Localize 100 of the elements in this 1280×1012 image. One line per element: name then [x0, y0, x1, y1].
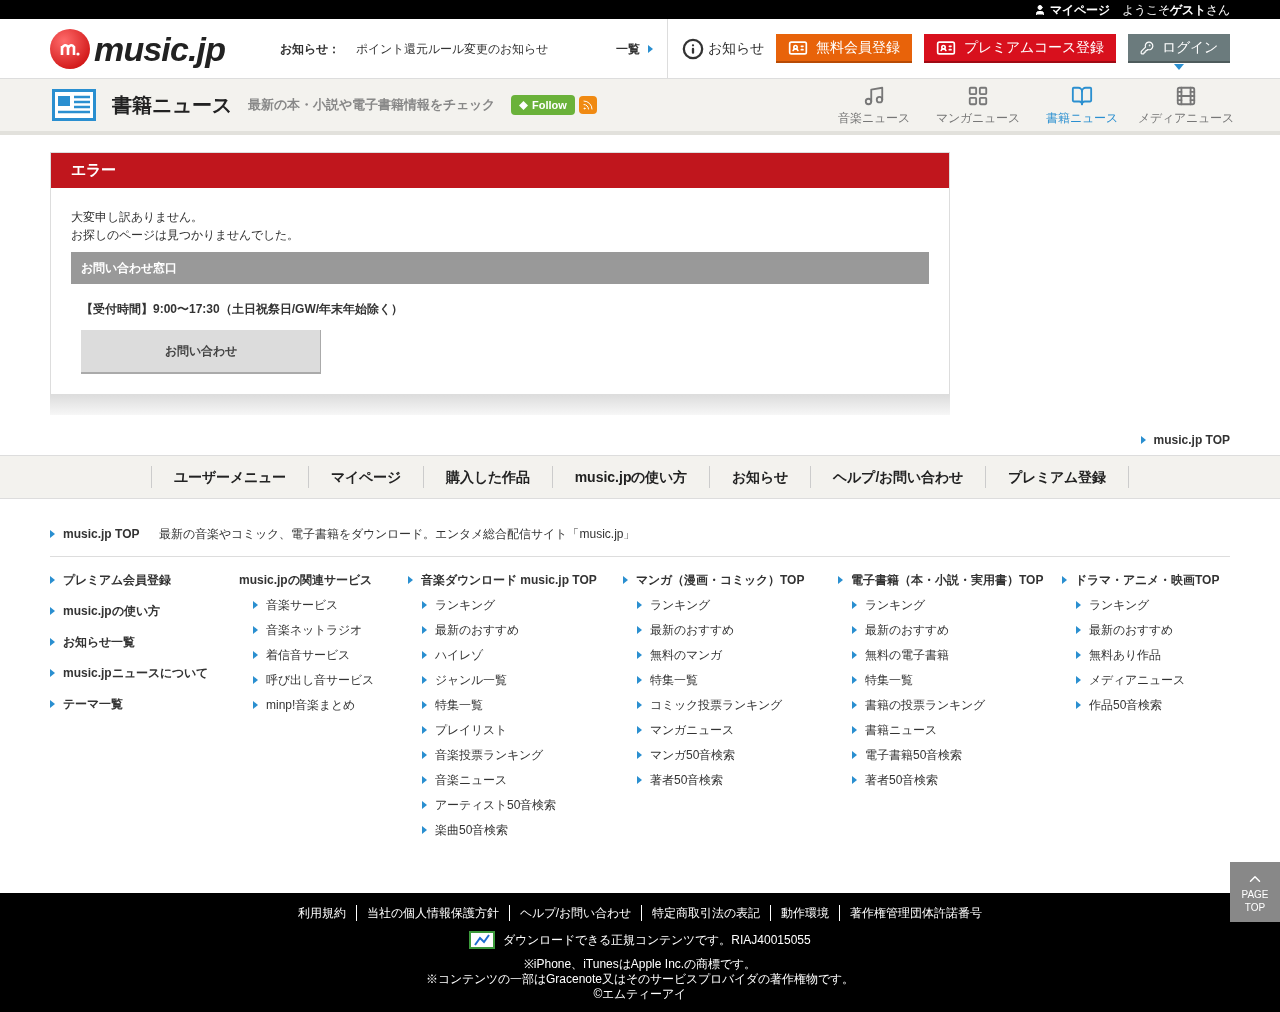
hours-text: 【受付時間】9:00〜17:30（土日祝祭日/GW/年末年始除く） — [81, 301, 405, 318]
triangle-icon — [50, 530, 55, 538]
footer-sub-link[interactable]: 特集一覧 — [637, 671, 838, 689]
footer-sub-link[interactable]: 無料あり作品 — [1076, 646, 1230, 664]
notice-link[interactable]: ポイント還元ルール変更のお知らせ — [356, 39, 548, 58]
triangle-icon — [637, 726, 642, 734]
user-nav-link[interactable]: プレミアム登録 — [986, 466, 1130, 488]
triangle-icon — [1076, 676, 1081, 684]
user-nav-link[interactable]: ユーザーメニュー — [151, 466, 309, 488]
triangle-icon — [852, 726, 857, 734]
footer-sub-link[interactable]: 書籍の投票ランキング — [852, 696, 1062, 714]
footer-column-heading[interactable]: 電子書籍（本・小説・実用書）TOP — [838, 571, 1062, 589]
info-link[interactable]: お知らせ — [682, 37, 764, 60]
footer-link[interactable]: 利用規約 — [287, 905, 356, 921]
triangle-icon — [637, 701, 642, 709]
footer-sub-link[interactable]: アーティスト50音検索 — [422, 796, 623, 814]
user-nav-link[interactable]: 購入した作品 — [423, 466, 553, 488]
footer-sub-link[interactable]: 最新のおすすめ — [637, 621, 838, 639]
footer-sub-link[interactable]: ランキング — [637, 596, 838, 614]
footer-column-heading[interactable]: ドラマ・アニメ・映画TOP — [1062, 571, 1230, 589]
footer-sub-link[interactable]: 著者50音検索 — [637, 771, 838, 789]
footer-main-link[interactable]: お知らせ一覧 — [50, 633, 239, 651]
user-nav-link[interactable]: music.jpの使い方 — [552, 466, 711, 488]
triangle-icon — [422, 701, 427, 709]
footer-column-heading[interactable]: 音楽ダウンロード music.jp TOP — [408, 571, 623, 589]
footer-sub-link[interactable]: 音楽サービス — [253, 596, 408, 614]
footer-sub-link[interactable]: 呼び出し音サービス — [253, 671, 408, 689]
footer-sub-link[interactable]: minp!音楽まとめ — [253, 696, 408, 714]
triangle-icon — [50, 700, 55, 708]
footer-sub-link[interactable]: 電子書籍50音検索 — [852, 746, 1062, 764]
footer-sub-link[interactable]: 最新のおすすめ — [852, 621, 1062, 639]
music-note-icon — [863, 85, 885, 107]
footer-sub-link[interactable]: マンガ50音検索 — [637, 746, 838, 764]
triangle-icon — [838, 576, 843, 584]
footer-sub-link[interactable]: 楽曲50音検索 — [422, 821, 623, 839]
triangle-icon — [852, 651, 857, 659]
user-nav-link[interactable]: お知らせ — [710, 466, 812, 488]
footer-sub-link[interactable]: ランキング — [1076, 596, 1230, 614]
footer-sub-link[interactable]: 書籍ニュース — [852, 721, 1062, 739]
footer-link[interactable]: 著作権管理団体許諾番号 — [839, 905, 993, 921]
category-tab[interactable]: マンガニュース — [926, 85, 1030, 125]
category-tab[interactable]: 音楽ニュース — [822, 85, 926, 125]
footer-sub-link[interactable]: メディアニュース — [1076, 671, 1230, 689]
footer-sub-link[interactable]: ハイレゾ — [422, 646, 623, 664]
footer-sub-link[interactable]: 音楽投票ランキング — [422, 746, 623, 764]
footer-main-link[interactable]: テーマ一覧 — [50, 695, 239, 713]
footer-sub-link[interactable]: 特集一覧 — [852, 671, 1062, 689]
footer-sub-link[interactable]: 音楽ネットラジオ — [253, 621, 408, 639]
footer-sub-link[interactable]: マンガニュース — [637, 721, 838, 739]
user-nav-link[interactable]: ヘルプ/お問い合わせ — [811, 466, 987, 488]
triangle-icon — [422, 676, 427, 684]
logo[interactable]: music.jp — [50, 28, 280, 69]
footer-link[interactable]: ヘルプ/お問い合わせ — [508, 905, 642, 921]
top-link[interactable]: music.jp TOP — [1140, 431, 1230, 449]
site-top-link[interactable]: music.jp TOP — [50, 525, 140, 543]
triangle-icon — [1076, 601, 1081, 609]
footer-sub-link[interactable]: 音楽ニュース — [422, 771, 623, 789]
contact-button[interactable]: お問い合わせ — [81, 330, 321, 374]
category-tab[interactable]: メディアニュース — [1134, 85, 1238, 125]
footer-sub-link[interactable]: 特集一覧 — [422, 696, 623, 714]
contact-heading: お問い合わせ窓口 — [71, 252, 929, 284]
footer-sub-link[interactable]: ランキング — [852, 596, 1062, 614]
footer-link[interactable]: 当社の個人情報保護方針 — [355, 905, 509, 921]
footer-sub-link[interactable]: 最新のおすすめ — [1076, 621, 1230, 639]
error-message: お探しのページは見つかりませんでした。 — [71, 227, 300, 244]
user-nav-link[interactable]: マイページ — [308, 466, 424, 488]
footer-sub-link[interactable]: 著者50音検索 — [852, 771, 1062, 789]
riaj-mark-icon — [469, 931, 496, 949]
triangle-icon — [422, 776, 427, 784]
triangle-icon — [1062, 576, 1067, 584]
footer-main-link[interactable]: プレミアム会員登録 — [50, 571, 239, 589]
footer-sub-link[interactable]: 最新のおすすめ — [422, 621, 623, 639]
footer-sub-link[interactable]: プレイリスト — [422, 721, 623, 739]
triangle-icon — [253, 626, 258, 634]
footer-sub-link[interactable]: 無料のマンガ — [637, 646, 838, 664]
footer-column-heading[interactable]: マンガ（漫画・コミック）TOP — [623, 571, 838, 589]
footer-link[interactable]: 動作環境 — [770, 905, 840, 921]
triangle-icon — [1076, 651, 1081, 659]
footer-sub-link[interactable]: 無料の電子書籍 — [852, 646, 1062, 664]
mypage-link[interactable]: マイページ — [1034, 0, 1110, 19]
rss-icon[interactable] — [578, 96, 597, 114]
footer-sub-link[interactable]: 作品50音検索 — [1076, 696, 1230, 714]
footer-main-link[interactable]: music.jpニュースについて — [50, 664, 239, 682]
triangle-icon — [623, 576, 628, 584]
register-button[interactable]: プレミアムコース登録 — [924, 34, 1116, 63]
triangle-icon — [422, 626, 427, 634]
list-link[interactable]: 一覧 — [616, 39, 653, 58]
footer-sub-link[interactable]: コミック投票ランキング — [637, 696, 838, 714]
footer-sub-link[interactable]: ジャンル一覧 — [422, 671, 623, 689]
footer-link[interactable]: 特定商取引法の表記 — [641, 905, 771, 921]
triangle-icon — [253, 676, 258, 684]
page-top-button[interactable]: PAGE TOP — [1230, 862, 1280, 922]
triangle-icon — [422, 601, 427, 609]
footer-main-link[interactable]: music.jpの使い方 — [50, 602, 239, 620]
footer-sub-link[interactable]: ランキング — [422, 596, 623, 614]
footer-sub-link[interactable]: 着信音サービス — [253, 646, 408, 664]
triangle-icon — [637, 651, 642, 659]
triangle-icon — [253, 701, 258, 709]
triangle-icon — [637, 601, 642, 609]
triangle-icon — [637, 776, 642, 784]
